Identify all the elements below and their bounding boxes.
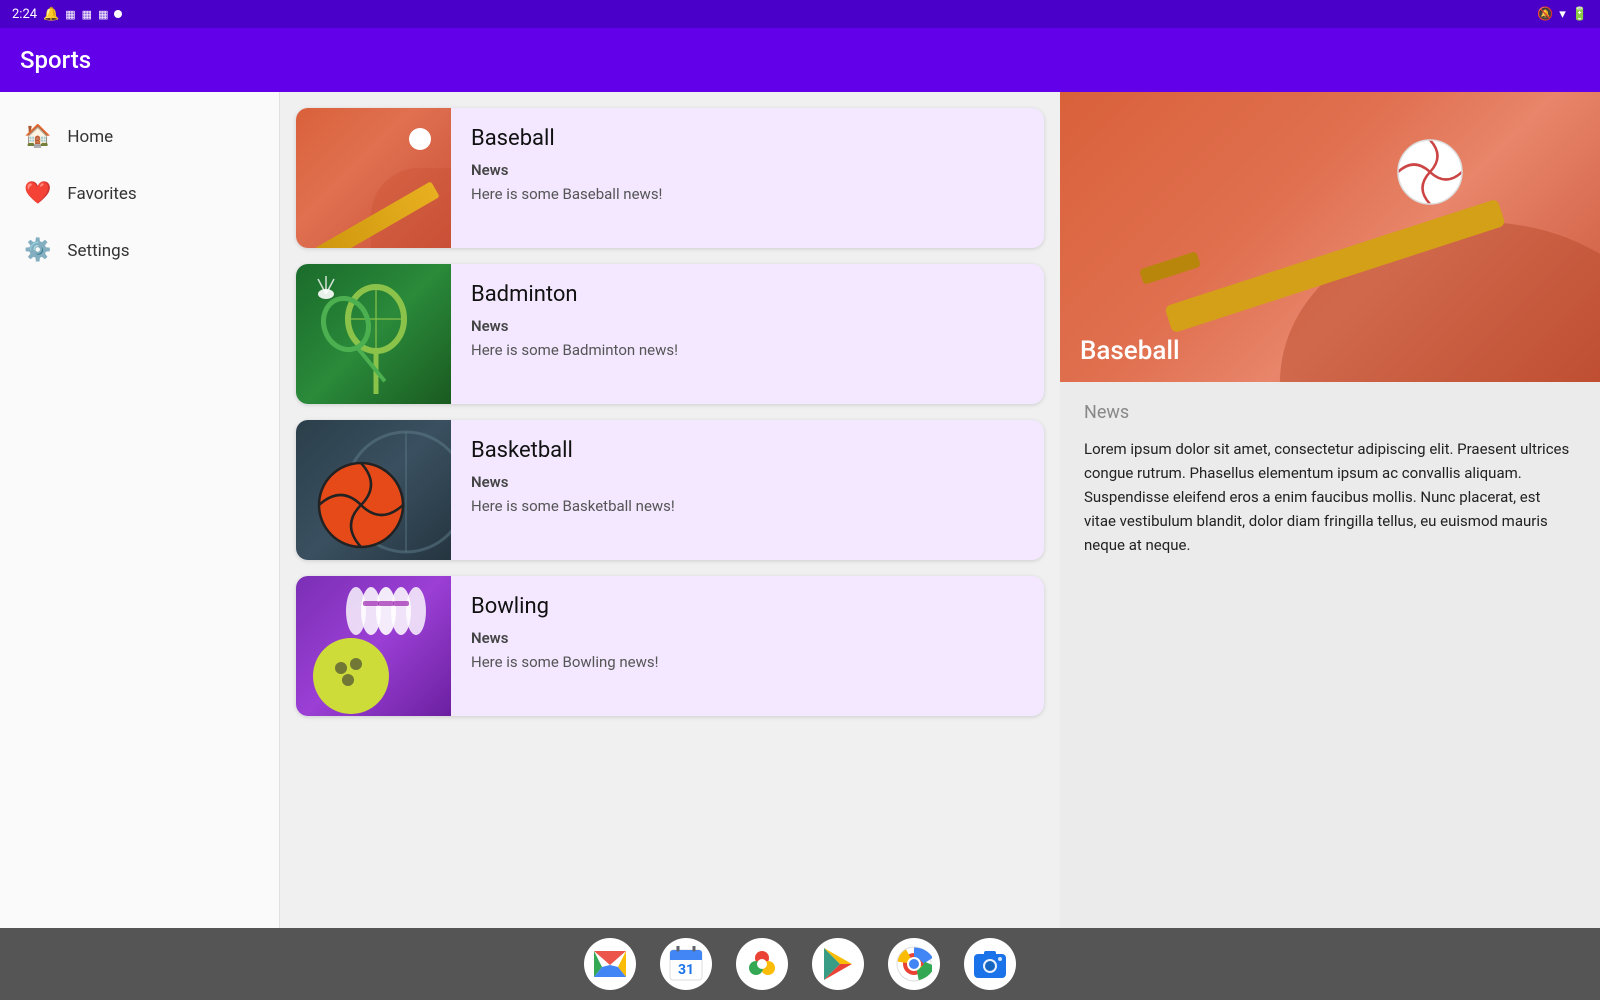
grid2-icon: ▦ bbox=[82, 8, 92, 21]
detail-news-label: News bbox=[1084, 402, 1576, 423]
sidebar-favorites-label: Favorites bbox=[67, 184, 136, 204]
sidebar-home-label: Home bbox=[67, 127, 113, 147]
detail-panel: Baseball News Lorem ipsum dolor sit amet… bbox=[1060, 92, 1600, 928]
home-icon: 🏠 bbox=[24, 124, 51, 149]
baseball-news-label: News bbox=[471, 161, 662, 179]
badminton-title: Badminton bbox=[471, 282, 678, 307]
chrome-icon[interactable] bbox=[888, 938, 940, 990]
app-bar: Sports bbox=[0, 28, 1600, 92]
grid3-icon: ▦ bbox=[98, 8, 108, 21]
baseball-card-body: Baseball News Here is some Baseball news… bbox=[451, 108, 682, 248]
sidebar-item-home[interactable]: 🏠 Home bbox=[0, 108, 279, 165]
basketball-news-text: Here is some Basketball news! bbox=[471, 497, 675, 515]
basketball-image bbox=[296, 420, 451, 560]
sidebar-settings-label: Settings bbox=[67, 241, 129, 261]
detail-sport-name: Baseball bbox=[1080, 336, 1180, 366]
settings-icon: ⚙️ bbox=[24, 238, 51, 263]
detail-body: News Lorem ipsum dolor sit amet, consect… bbox=[1060, 382, 1600, 928]
favorites-icon: ❤️ bbox=[24, 181, 51, 206]
sidebar: 🏠 Home ❤️ Favorites ⚙️ Settings bbox=[0, 92, 280, 928]
status-left: 2:24 🔔 ▦ ▦ ▦ bbox=[12, 7, 122, 22]
photos-icon[interactable] bbox=[736, 938, 788, 990]
badminton-image bbox=[296, 264, 451, 404]
bowling-title: Bowling bbox=[471, 594, 659, 619]
camera-icon[interactable] bbox=[964, 938, 1016, 990]
gmail-icon[interactable] bbox=[584, 938, 636, 990]
sidebar-item-favorites[interactable]: ❤️ Favorites bbox=[0, 165, 279, 222]
sport-card-badminton[interactable]: Badminton News Here is some Badminton ne… bbox=[296, 264, 1044, 404]
bowling-news-text: Here is some Bowling news! bbox=[471, 653, 659, 671]
sport-card-baseball[interactable]: Baseball News Here is some Baseball news… bbox=[296, 108, 1044, 248]
basketball-card-body: Basketball News Here is some Basketball … bbox=[451, 420, 695, 560]
badminton-news-text: Here is some Badminton news! bbox=[471, 341, 678, 359]
sport-card-bowling[interactable]: Bowling News Here is some Bowling news! bbox=[296, 576, 1044, 716]
svg-text:31: 31 bbox=[678, 962, 694, 978]
status-time: 2:24 bbox=[12, 7, 37, 22]
bowling-card-body: Bowling News Here is some Bowling news! bbox=[451, 576, 679, 716]
sim-icon: 🔔 bbox=[43, 7, 59, 22]
badminton-news-label: News bbox=[471, 317, 678, 335]
wifi-icon: ▾ bbox=[1559, 7, 1566, 22]
list-panel[interactable]: Baseball News Here is some Baseball news… bbox=[280, 92, 1060, 928]
badminton-card-body: Badminton News Here is some Badminton ne… bbox=[451, 264, 698, 404]
bottom-dock: 31 bbox=[0, 928, 1600, 1000]
sidebar-item-settings[interactable]: ⚙️ Settings bbox=[0, 222, 279, 279]
main-content: 🏠 Home ❤️ Favorites ⚙️ Settings Baseball bbox=[0, 92, 1600, 928]
sport-card-basketball[interactable]: Basketball News Here is some Basketball … bbox=[296, 420, 1044, 560]
bowling-news-label: News bbox=[471, 629, 659, 647]
detail-image: Baseball bbox=[1060, 92, 1600, 382]
app-title: Sports bbox=[20, 46, 91, 74]
calendar-icon[interactable]: 31 bbox=[660, 938, 712, 990]
detail-image-bg: Baseball bbox=[1060, 92, 1600, 382]
dot-icon bbox=[114, 10, 122, 18]
baseball-title: Baseball bbox=[471, 126, 662, 151]
status-right: 🔕 ▾ 🔋 bbox=[1537, 7, 1588, 22]
mute-icon: 🔕 bbox=[1537, 7, 1553, 22]
battery-icon: 🔋 bbox=[1572, 7, 1588, 22]
play-store-icon[interactable] bbox=[812, 938, 864, 990]
baseball-image bbox=[296, 108, 451, 248]
baseball-news-text: Here is some Baseball news! bbox=[471, 185, 662, 203]
status-bar: 2:24 🔔 ▦ ▦ ▦ 🔕 ▾ 🔋 bbox=[0, 0, 1600, 28]
basketball-title: Basketball bbox=[471, 438, 675, 463]
basketball-news-label: News bbox=[471, 473, 675, 491]
bowling-image bbox=[296, 576, 451, 716]
detail-news-text: Lorem ipsum dolor sit amet, consectetur … bbox=[1084, 437, 1576, 557]
grid-icon: ▦ bbox=[65, 8, 75, 21]
